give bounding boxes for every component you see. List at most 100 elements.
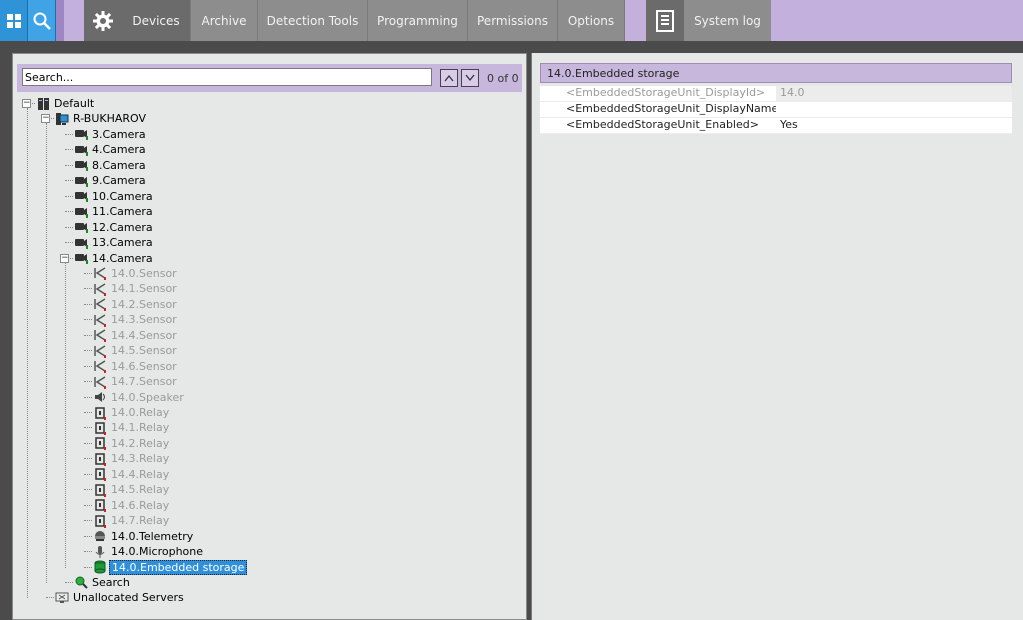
- tree-node-label: 14.0.Embedded storage: [109, 559, 248, 575]
- tree-node-label: 14.1.Relay: [111, 421, 170, 435]
- tree-connector: [65, 133, 73, 135]
- tab-permissions[interactable]: Permissions: [468, 0, 558, 41]
- device-tree-panel: 0 of 0 −Default−R-BUKHAROV3.Camera4.Came…: [12, 53, 527, 620]
- tree-node-default[interactable]: Default: [36, 96, 96, 111]
- camera-icon: [74, 205, 88, 218]
- tree-node-relay[interactable]: 14.7.Relay: [93, 513, 171, 528]
- tree-expander-icon[interactable]: −: [22, 99, 31, 108]
- tree-node-sensor[interactable]: 14.7.Sensor: [93, 374, 179, 389]
- tree-node-sensor[interactable]: 14.1.Sensor: [93, 281, 179, 296]
- tree-node-relay[interactable]: 14.4.Relay: [93, 467, 171, 482]
- search-count: 0 of 0: [487, 72, 519, 85]
- tree-node-relay[interactable]: 14.5.Relay: [93, 482, 171, 497]
- sensor-icon: [93, 329, 107, 343]
- tree-connector: [46, 597, 54, 599]
- tree-node-label: Default: [54, 97, 95, 110]
- tab-archive[interactable]: Archive: [191, 0, 258, 41]
- tree-connector: [84, 412, 92, 413]
- tree-node-camera[interactable]: 14.Camera: [74, 251, 155, 266]
- tree-connector: [84, 442, 92, 444]
- microphone-icon: [93, 545, 107, 558]
- tree-connector: [65, 226, 73, 228]
- tree-node-relay[interactable]: 14.2.Relay: [93, 436, 171, 451]
- tree-node-label: 14.Camera: [92, 251, 153, 265]
- property-value[interactable]: Yes: [776, 118, 1012, 133]
- search-mode-button[interactable]: [28, 0, 56, 41]
- layouts-button[interactable]: [0, 0, 28, 41]
- tree-connector: [84, 396, 92, 398]
- tree-node-label: 14.0.Sensor: [111, 266, 177, 280]
- tree-node-camera[interactable]: 4.Camera: [74, 142, 148, 157]
- tree-expander-icon[interactable]: −: [60, 253, 69, 263]
- tree-node-sensor[interactable]: 14.0.Sensor: [93, 266, 179, 281]
- tree-connector: [84, 272, 92, 274]
- property-key: <EmbeddedStorageUnit_DisplayName>: [566, 102, 776, 115]
- tab-devices[interactable]: Devices: [122, 0, 191, 41]
- divider: [56, 0, 64, 41]
- tree-node-relay[interactable]: 14.0.Relay: [93, 405, 171, 420]
- tree-node-relay[interactable]: 14.1.Relay: [93, 420, 171, 435]
- system-log-icon-button[interactable]: [646, 0, 684, 41]
- separator-band: [0, 41, 1023, 53]
- tree-node-sensor[interactable]: 14.2.Sensor: [93, 297, 179, 312]
- search-prev-button[interactable]: [440, 69, 458, 87]
- tab-detection-tools[interactable]: Detection Tools: [258, 0, 368, 41]
- gear-icon: [93, 10, 113, 31]
- tree-node-server[interactable]: R-BUKHAROV: [55, 111, 148, 126]
- tree-node-relay[interactable]: 14.3.Relay: [93, 451, 171, 466]
- relay-icon: [93, 406, 107, 420]
- property-value: 14.0: [776, 86, 1012, 101]
- tree-node-label: 14.4.Relay: [111, 467, 170, 481]
- property-row[interactable]: <EmbeddedStorageUnit_DisplayId> 14.0: [540, 86, 1012, 102]
- tree-node-label: 14.7.Sensor: [111, 375, 177, 389]
- tree-node-camera[interactable]: 10.Camera: [74, 189, 155, 204]
- telemetry-icon: [93, 530, 107, 543]
- log-icon: [656, 9, 674, 32]
- search-bar: 0 of 0: [17, 64, 522, 92]
- tree-node-search[interactable]: Search: [74, 575, 132, 590]
- tree-connector: [84, 473, 92, 475]
- tree-node-label: 14.2.Relay: [111, 436, 170, 450]
- tab-options[interactable]: Options: [558, 0, 625, 41]
- tree-node-relay[interactable]: 14.6.Relay: [93, 498, 171, 513]
- tree-node-microphone[interactable]: 14.0.Microphone: [93, 544, 205, 559]
- tree-connector: [84, 319, 92, 321]
- tree-node-label: R-BUKHAROV: [73, 112, 147, 126]
- tree-node-speaker[interactable]: 14.0.Speaker: [93, 390, 186, 405]
- tree-node-sensor[interactable]: 14.4.Sensor: [93, 328, 179, 343]
- camera-icon: [74, 236, 88, 249]
- server-rack-icon: [36, 97, 50, 110]
- tree-node-camera[interactable]: 8.Camera: [74, 158, 148, 173]
- property-row[interactable]: <EmbeddedStorageUnit_Enabled> Yes: [540, 118, 1012, 134]
- tree-node-unallocated-servers[interactable]: Unallocated Servers: [55, 590, 186, 605]
- settings-button[interactable]: [84, 0, 122, 41]
- tree-node-camera[interactable]: 13.Camera: [74, 235, 155, 250]
- tree-node-label: 14.2.Sensor: [111, 297, 177, 311]
- tree-node-label: 9.Camera: [92, 174, 146, 188]
- tree-node-camera[interactable]: 9.Camera: [74, 173, 148, 188]
- tree-node-sensor[interactable]: 14.3.Sensor: [93, 312, 179, 327]
- tree-node-label: Unallocated Servers: [73, 591, 184, 605]
- tree-node-label: 13.Camera: [92, 236, 153, 250]
- tree-expander-icon[interactable]: −: [41, 114, 50, 124]
- tree-node-telemetry[interactable]: 14.0.Telemetry: [93, 529, 195, 544]
- tree-connector: [84, 520, 92, 522]
- relay-icon: [93, 499, 107, 513]
- tab-programming[interactable]: Programming: [368, 0, 468, 41]
- tree-node-sensor[interactable]: 14.5.Sensor: [93, 343, 179, 358]
- tree-node-camera[interactable]: 12.Camera: [74, 220, 155, 235]
- search-input[interactable]: [22, 68, 432, 86]
- tree-node-camera[interactable]: 3.Camera: [74, 127, 148, 142]
- tree-node-embedded-storage[interactable]: 14.0.Embedded storage: [93, 559, 248, 575]
- property-value[interactable]: [776, 102, 1012, 117]
- tree-node-label: 14.5.Sensor: [111, 344, 177, 358]
- tree-connector: [65, 242, 73, 244]
- tree-node-label: Search: [92, 575, 130, 589]
- search-next-button[interactable]: [461, 69, 479, 87]
- property-row[interactable]: <EmbeddedStorageUnit_DisplayName>: [540, 102, 1012, 118]
- tab-system-log[interactable]: System log: [684, 0, 771, 41]
- camera-icon: [74, 128, 88, 141]
- tree-node-camera[interactable]: 11.Camera: [74, 204, 155, 219]
- tree-connector: [84, 566, 92, 568]
- tree-node-sensor[interactable]: 14.6.Sensor: [93, 359, 179, 374]
